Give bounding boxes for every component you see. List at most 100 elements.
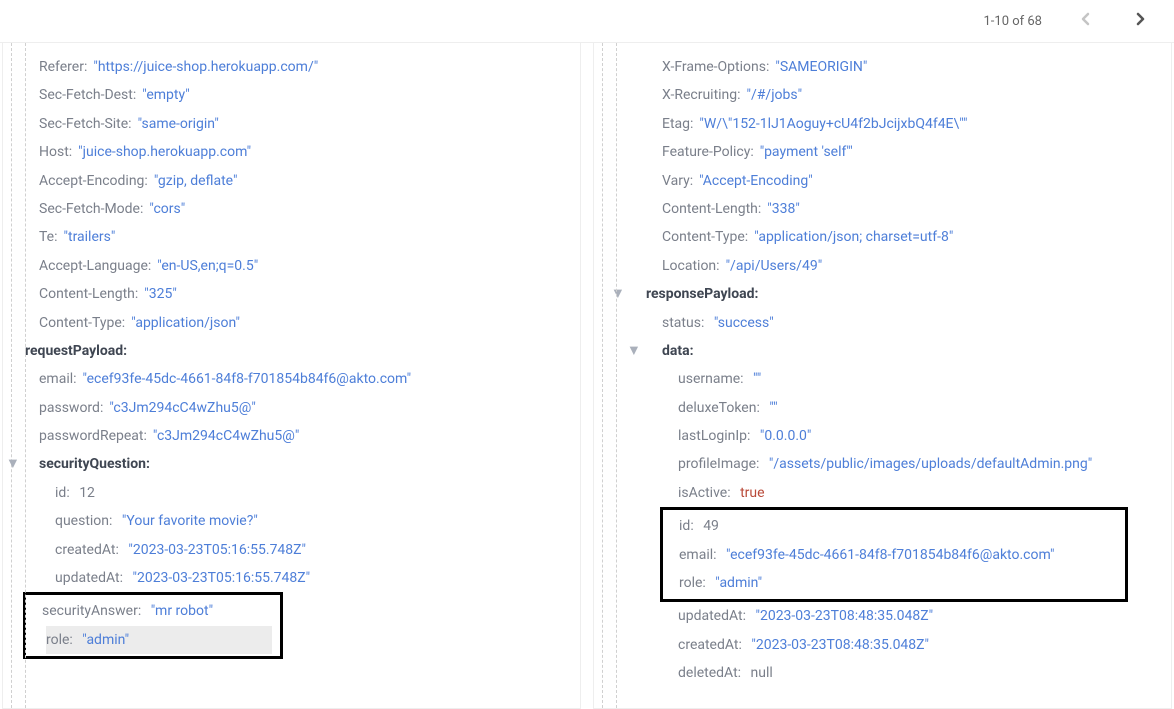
- data-row: email"ecef93fe-45dc-4661-84f8-f701854b84…: [3, 365, 580, 393]
- data-row: Feature-Policy"payment 'self'": [594, 138, 1171, 166]
- value: null: [751, 665, 773, 681]
- key: lastLoginIp: [678, 428, 756, 444]
- data-row: id 12: [3, 479, 580, 507]
- value: "325": [144, 286, 177, 302]
- value: 49: [703, 518, 719, 534]
- key: createdAt: [678, 637, 748, 653]
- expand-icon[interactable]: ▶: [625, 346, 643, 354]
- value: "/api/Users/49": [726, 258, 823, 274]
- value: "2023-03-23T08:48:35.048Z": [751, 637, 929, 653]
- chevron-right-icon: [1136, 12, 1146, 26]
- value: "338": [767, 201, 800, 217]
- security-question-section: ▶ securityQuestion: [3, 450, 580, 478]
- data-row: Content-Type"application/json": [3, 309, 580, 337]
- data-row: Content-Length"325": [3, 280, 580, 308]
- value: "c3Jm294cC4wZhu5@": [153, 428, 299, 444]
- expand-icon[interactable]: ▶: [4, 460, 22, 468]
- value: "": [753, 371, 761, 387]
- data-row: lastLoginIp "0.0.0.0": [594, 422, 1171, 450]
- value: true: [740, 485, 764, 501]
- value: "trailers": [64, 229, 116, 245]
- key: question: [55, 513, 118, 529]
- data-row: Sec-Fetch-Mode"cors": [3, 195, 580, 223]
- data-section: ▶ data: [594, 337, 1171, 365]
- page-header: 1-10 of 68: [0, 0, 1174, 43]
- key: X-Frame-Options: [662, 59, 775, 75]
- value: "/#/jobs": [747, 87, 803, 103]
- data-row: updatedAt "2023-03-23T05:16:55.748Z": [3, 564, 580, 592]
- value: "c3Jm294cC4wZhu5@": [109, 400, 255, 416]
- data-row: X-Frame-Options"SAMEORIGIN": [594, 53, 1171, 81]
- data-row: email "ecef93fe-45dc-4661-84f8-f701854b8…: [663, 541, 1125, 569]
- key: email: [679, 547, 723, 563]
- data-row: question "Your favorite movie?": [3, 507, 580, 535]
- key: Feature-Policy: [662, 144, 760, 160]
- value: "same-origin": [138, 116, 219, 132]
- key: id: [55, 485, 76, 501]
- section-label: responsePayload: [646, 286, 758, 302]
- key: deluxeToken: [678, 400, 766, 416]
- key: role: [46, 632, 79, 648]
- key: id: [679, 518, 700, 534]
- highlighted-box: securityAnswer "mr robot" role "admin": [23, 592, 283, 659]
- key: Host: [39, 144, 78, 160]
- highlighted-box: id 49 email "ecef93fe-45dc-4661-84f8-f70…: [660, 507, 1128, 602]
- key: createdAt: [55, 542, 125, 558]
- value: "/assets/public/images/uploads/defaultAd…: [769, 456, 1092, 472]
- key: Vary: [662, 173, 699, 189]
- value: "juice-shop.herokuapp.com": [78, 144, 251, 160]
- key: Content-Type: [39, 315, 131, 331]
- value: "https://juice-shop.herokuapp.com/": [93, 59, 318, 75]
- pagination-label: 1-10 of 68: [983, 14, 1042, 29]
- data-row: role "admin": [663, 569, 1125, 597]
- key: deletedAt: [678, 665, 747, 681]
- value: "success": [714, 315, 774, 331]
- key: Content-Length: [662, 201, 767, 217]
- value: "mr robot": [151, 603, 213, 619]
- request-payload-section: requestPayload: [3, 337, 580, 365]
- key: Content-Length: [39, 286, 144, 302]
- data-row: updatedAt "2023-03-23T08:48:35.048Z": [594, 602, 1171, 630]
- key: Content-Type: [662, 229, 754, 245]
- data-row: Vary"Accept-Encoding": [594, 167, 1171, 195]
- data-row: Content-Length"338": [594, 195, 1171, 223]
- data-row: createdAt "2023-03-23T05:16:55.748Z": [3, 536, 580, 564]
- data-row: Accept-Language"en-US,en;q=0.5": [3, 252, 580, 280]
- value: "SAMEORIGIN": [775, 59, 867, 75]
- key: status: [662, 315, 710, 331]
- value: "2023-03-23T05:16:55.748Z": [132, 570, 310, 586]
- value: "empty": [142, 87, 189, 103]
- value: 12: [79, 485, 95, 501]
- value: "ecef93fe-45dc-4661-84f8-f701854b84f6@ak…: [83, 371, 412, 387]
- key: profileImage: [678, 456, 765, 472]
- section-label: securityQuestion: [39, 456, 150, 472]
- value: "cors": [149, 201, 185, 217]
- chevron-left-icon: [1080, 12, 1090, 26]
- value: "Accept-Encoding": [699, 173, 813, 189]
- request-panel: Referer"https://juice-shop.herokuapp.com…: [2, 43, 581, 709]
- key: Sec-Fetch-Dest: [39, 87, 142, 103]
- key: Accept-Language: [39, 258, 157, 274]
- data-row: Referer"https://juice-shop.herokuapp.com…: [3, 53, 580, 81]
- section-label: data: [662, 343, 694, 359]
- value: "application/json": [131, 315, 240, 331]
- data-row: Host"juice-shop.herokuapp.com": [3, 138, 580, 166]
- key: username: [678, 371, 750, 387]
- data-row: profileImage "/assets/public/images/uplo…: [594, 450, 1171, 478]
- value: "en-US,en;q=0.5": [157, 258, 258, 274]
- key: securityAnswer: [42, 603, 147, 619]
- key: Te: [39, 229, 64, 245]
- key: X-Recruiting: [662, 87, 747, 103]
- key: password: [39, 400, 109, 416]
- data-row: Etag"W/\"152-1lJ1Aoguy+cU4f2bJcijxbQ4f4E…: [594, 110, 1171, 138]
- expand-icon[interactable]: ▶: [609, 290, 627, 298]
- value: "0.0.0.0": [760, 428, 812, 444]
- value: "2023-03-23T08:48:35.048Z": [755, 608, 933, 624]
- data-row: deluxeToken "": [594, 394, 1171, 422]
- key: isActive: [678, 485, 737, 501]
- value: "": [769, 400, 777, 416]
- data-row: Accept-Encoding"gzip, deflate": [3, 167, 580, 195]
- next-page-button[interactable]: [1128, 8, 1154, 34]
- prev-page-button[interactable]: [1072, 8, 1098, 34]
- value: "gzip, deflate": [154, 173, 238, 189]
